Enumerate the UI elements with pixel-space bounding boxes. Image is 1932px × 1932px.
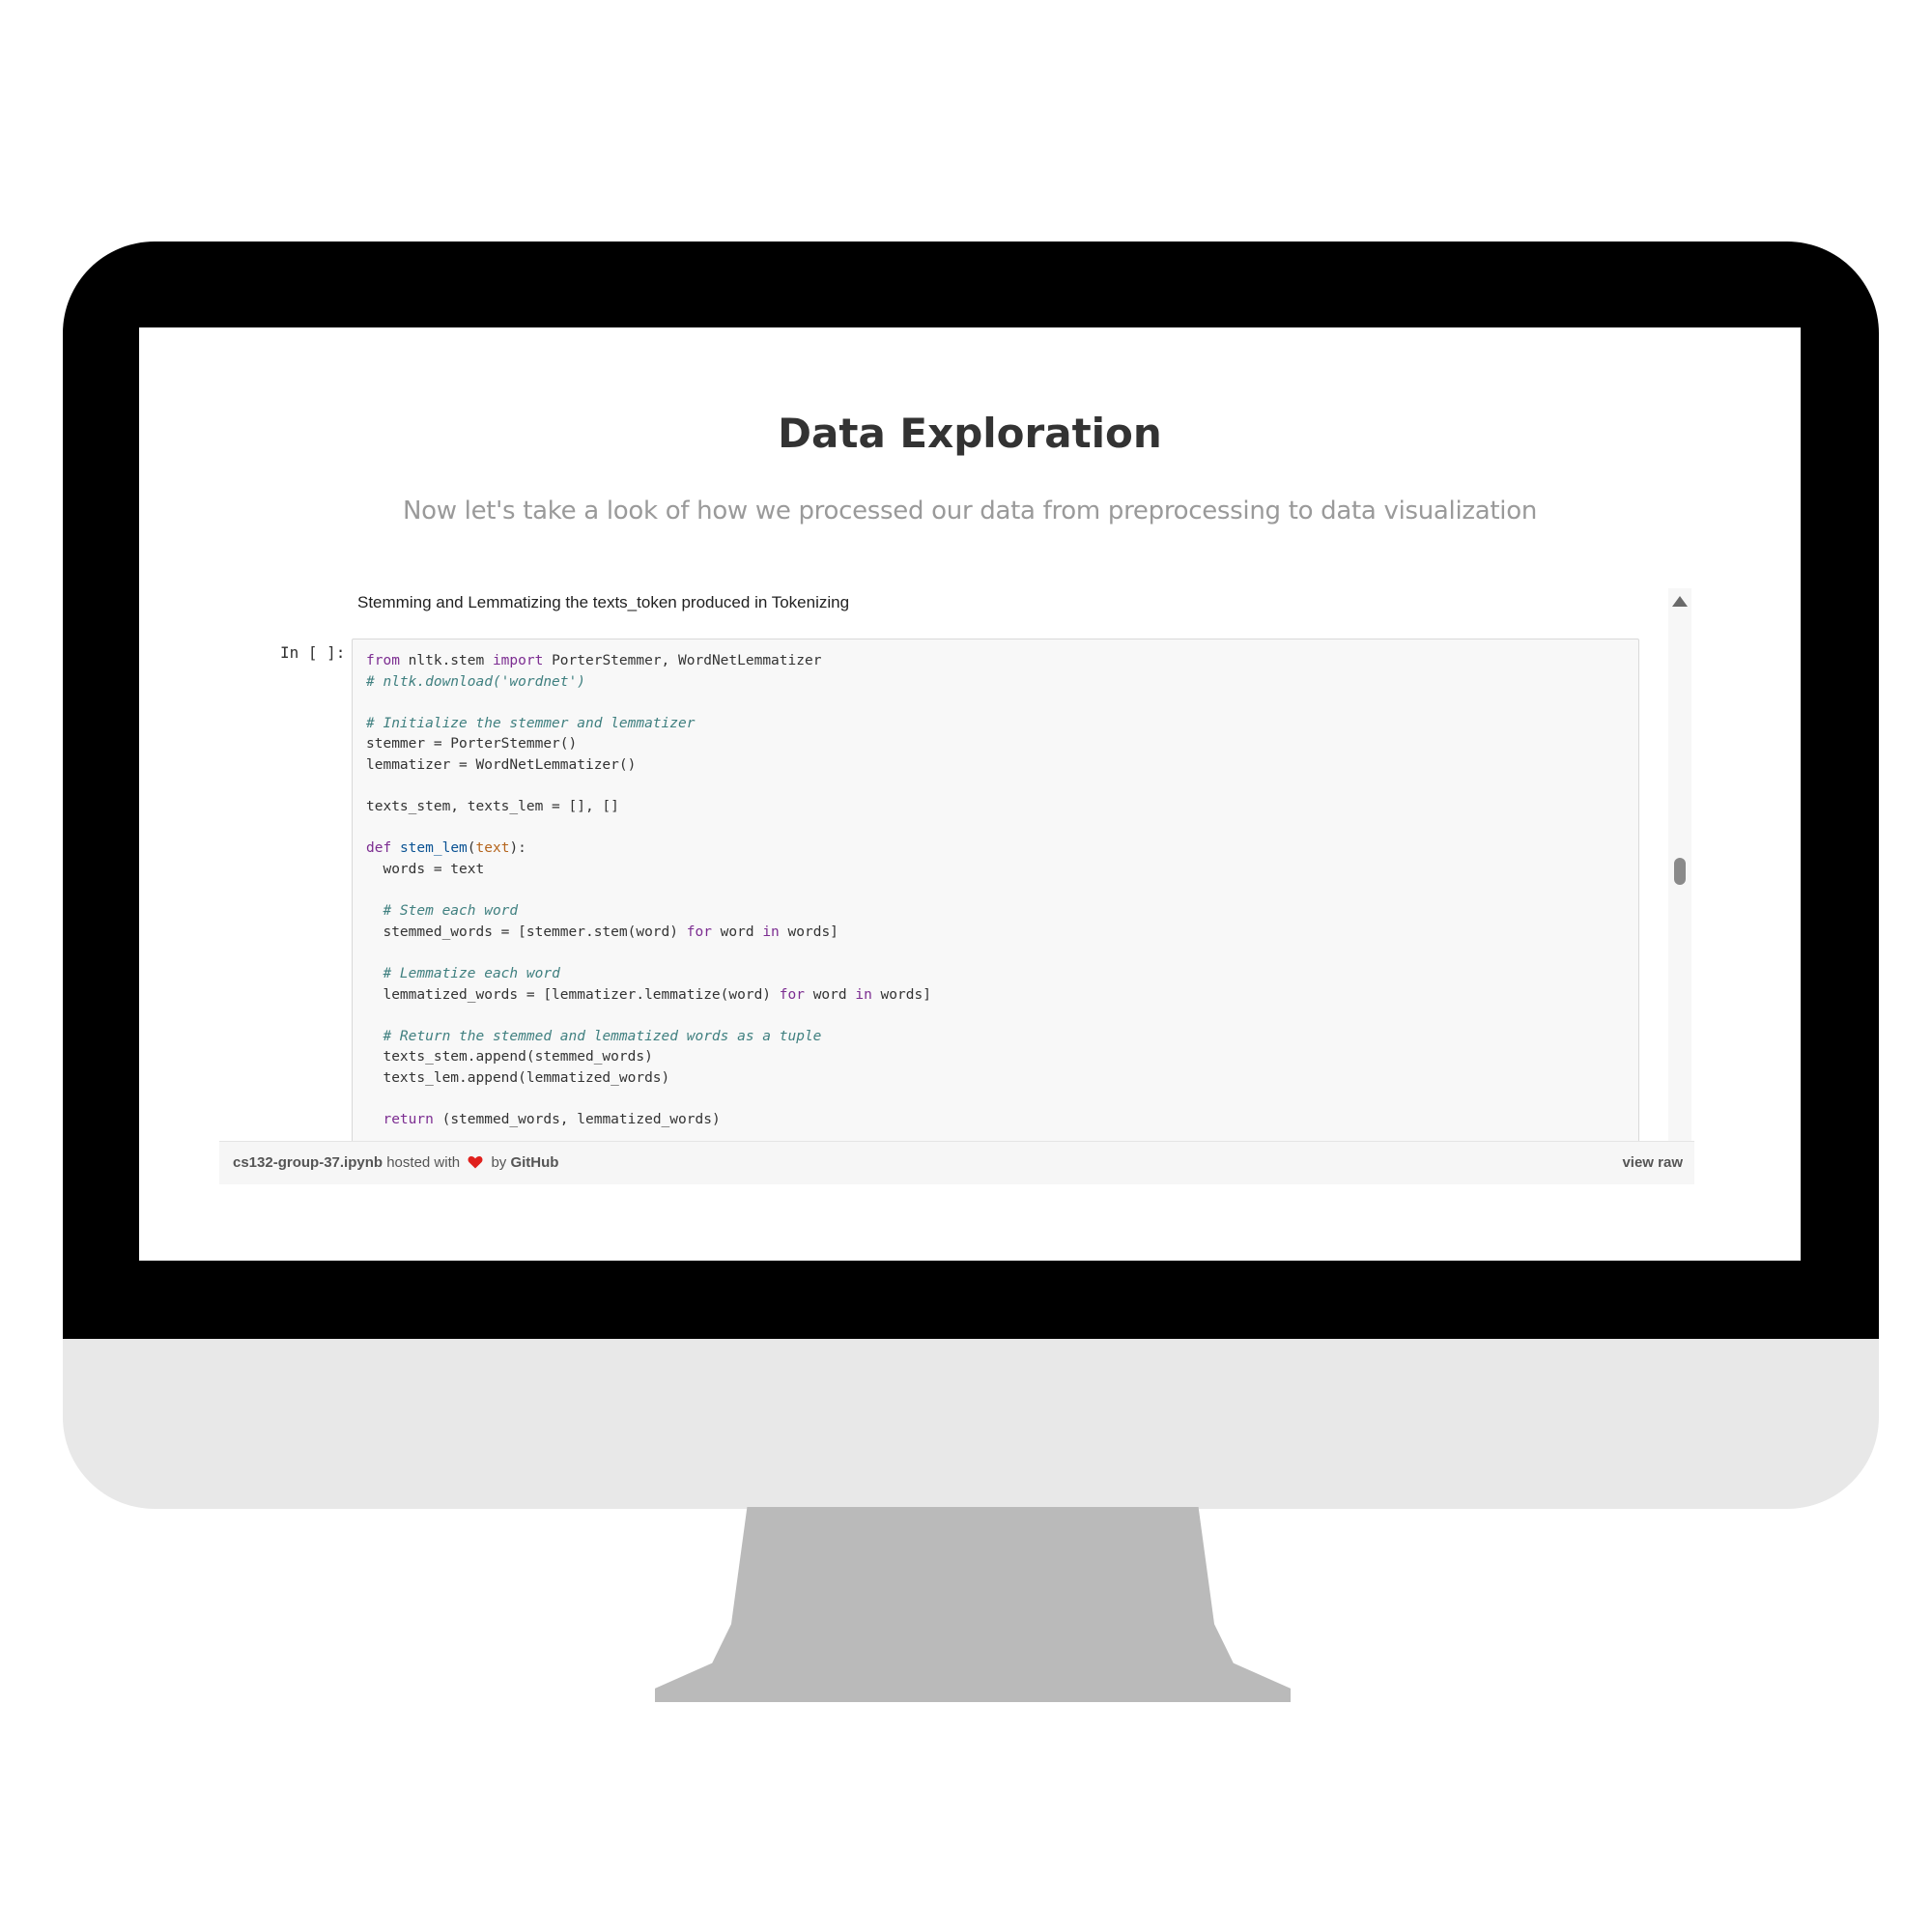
- code-token: PorterStemmer, WordNetLemmatizer: [543, 653, 822, 668]
- code-cell[interactable]: from nltk.stem import PorterStemmer, Wor…: [352, 639, 1639, 1141]
- code-line: lemmatizer = WordNetLemmatizer(): [366, 755, 1625, 777]
- hosted-with-text: hosted with: [386, 1154, 461, 1171]
- code-token: stem_lem: [399, 840, 468, 857]
- gist-meta: cs132-group-37.ipynb hosted with by GitH…: [233, 1142, 558, 1184]
- code-token: # nltk.download('wordnet'): [366, 673, 585, 690]
- monitor-screen: Data Exploration Now let's take a look o…: [139, 327, 1801, 1261]
- code-line: texts_lem.append(lemmatized_words): [366, 1068, 1625, 1090]
- code-token: in: [762, 923, 780, 940]
- notebook-viewer[interactable]: Stemming and Lemmatizing the texts_token…: [219, 588, 1694, 1141]
- monitor-stand: [655, 1507, 1291, 1702]
- cell-prompt: In [ ]:: [280, 643, 346, 662]
- code-line: # Lemmatize each word: [366, 964, 1625, 985]
- code-token: ):: [509, 840, 526, 857]
- code-line: stemmed_words = [stemmer.stem(word) for …: [366, 923, 1625, 944]
- code-line: texts_stem.append(stemmed_words): [366, 1047, 1625, 1068]
- page-title: Data Exploration: [778, 410, 1162, 457]
- code-line: return (stemmed_words, lemmatized_words): [366, 1110, 1625, 1131]
- code-line: lemmatized_words = [lemmatizer.lemmatize…: [366, 985, 1625, 1007]
- code-token: lemmatizer = WordNetLemmatizer(): [366, 756, 637, 773]
- code-token: for: [686, 923, 712, 940]
- gist-embed: Stemming and Lemmatizing the texts_token…: [219, 588, 1694, 1184]
- code-line: words = text: [366, 860, 1625, 881]
- code-line: from nltk.stem import PorterStemmer, Wor…: [366, 651, 1625, 672]
- monitor-stand-base: [655, 1692, 1291, 1700]
- code-token: stemmer = PorterStemmer(): [366, 736, 578, 753]
- code-token: texts_stem.append(stemmed_words): [366, 1049, 653, 1065]
- triangle-up-icon[interactable]: [1672, 596, 1688, 607]
- code-token: word: [711, 923, 763, 940]
- code-token: texts_stem, texts_lem = [], []: [366, 799, 619, 815]
- code-token: # Initialize the stemmer and lemmatizer: [366, 715, 696, 731]
- view-raw-link[interactable]: view raw: [1622, 1142, 1683, 1184]
- code-token: # Lemmatize each word: [383, 965, 560, 981]
- code-token: words]: [779, 923, 838, 940]
- code-token: texts_lem.append(lemmatized_words): [366, 1069, 670, 1086]
- code-token: text: [475, 840, 510, 857]
- code-token: (: [467, 840, 476, 857]
- code-token: # Return the stemmed and lemmatized word…: [383, 1028, 822, 1044]
- code-token: for: [779, 986, 805, 1003]
- code-line: # Stem each word: [366, 901, 1625, 923]
- code-line: def stem_lem(text):: [366, 838, 1625, 860]
- code-line: stemmer = PorterStemmer(): [366, 734, 1625, 755]
- code-token: nltk.stem: [399, 653, 493, 668]
- code-token: (stemmed_words, lemmatized_words): [433, 1112, 721, 1128]
- code-line: texts_stem, texts_lem = [], []: [366, 797, 1625, 818]
- code-token: words = text: [366, 861, 485, 877]
- page-subtitle: Now let's take a look of how we processe…: [402, 497, 1537, 526]
- code-token: in: [855, 986, 872, 1003]
- code-token: from: [366, 653, 400, 668]
- scrollbar-thumb[interactable]: [1674, 858, 1686, 885]
- vertical-scrollbar[interactable]: [1668, 588, 1691, 1168]
- code-token: words]: [871, 986, 931, 1003]
- code-token: def: [366, 840, 392, 857]
- code-line: # Initialize the stemmer and lemmatizer: [366, 714, 1625, 735]
- code-token: word: [804, 986, 856, 1003]
- by-text: by: [491, 1154, 507, 1171]
- code-token: lemmatized_words = [lemmatizer.lemmatize…: [366, 986, 780, 1003]
- code-token: return: [383, 1112, 434, 1128]
- heart-icon: [468, 1155, 483, 1169]
- gist-filename-link[interactable]: cs132-group-37.ipynb: [233, 1154, 383, 1171]
- monitor-chin: [63, 1339, 1879, 1509]
- gist-footer: cs132-group-37.ipynb hosted with by GitH…: [219, 1141, 1694, 1184]
- code-line: # nltk.download('wordnet'): [366, 672, 1625, 694]
- markdown-cell: Stemming and Lemmatizing the texts_token…: [357, 593, 850, 611]
- code-token: import: [492, 653, 544, 668]
- code-token: # Stem each word: [383, 903, 519, 920]
- github-link[interactable]: GitHub: [510, 1154, 558, 1171]
- code-line: # Return the stemmed and lemmatized word…: [366, 1027, 1625, 1048]
- code-block: from nltk.stem import PorterStemmer, Wor…: [353, 639, 1638, 1141]
- code-token: stemmed_words = [stemmer.stem(word): [366, 923, 687, 940]
